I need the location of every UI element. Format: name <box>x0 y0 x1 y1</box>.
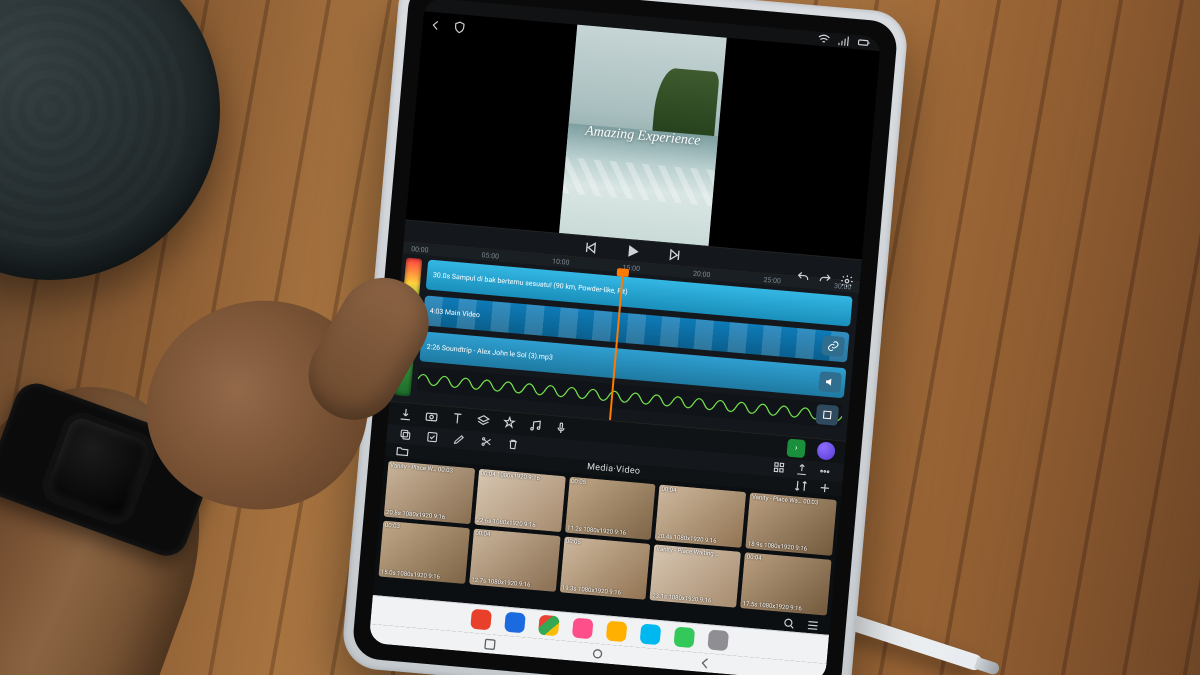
nav-home-icon[interactable] <box>588 644 608 664</box>
media-clip[interactable]: 00:05 19.3s 1080x1920 9:16 <box>559 536 650 599</box>
app-flipboard[interactable] <box>470 609 492 631</box>
app-phone[interactable] <box>673 627 695 649</box>
redo-icon[interactable] <box>817 272 832 287</box>
media-clip[interactable]: 00:04 20.4s 1080x1920 9:16 <box>655 484 746 547</box>
play-icon[interactable] <box>624 242 641 259</box>
add-icon[interactable] <box>817 480 832 495</box>
skip-back-icon[interactable] <box>582 239 599 256</box>
media-clip[interactable]: Vanity - Place Waiting … 23.1s 1080x1920… <box>650 544 741 607</box>
preview-frame: Amazing Experience <box>559 25 727 247</box>
record-button[interactable]: › <box>786 439 806 459</box>
app-gallery[interactable] <box>572 618 594 640</box>
camera-icon[interactable] <box>424 409 439 424</box>
app-samsung[interactable] <box>504 612 526 634</box>
grid-icon[interactable] <box>772 461 786 475</box>
wifi-icon <box>816 32 831 47</box>
check-icon[interactable] <box>425 430 439 444</box>
nav-back-icon[interactable] <box>695 653 715 673</box>
ceramic-plate <box>0 0 220 280</box>
photo-scene: Amazing Experience 00:00 05:00 10:00 15:… <box>0 0 1200 675</box>
scissors-icon[interactable] <box>479 435 493 449</box>
effects-icon[interactable] <box>502 416 517 431</box>
pencil-icon[interactable] <box>452 433 466 447</box>
media-clip[interactable]: 00:04 17.5s 1080x1920 9:16 <box>740 552 831 615</box>
search-icon[interactable] <box>781 616 796 631</box>
undo-icon[interactable] <box>796 270 811 285</box>
list-view-icon[interactable] <box>805 618 820 633</box>
audio-icon[interactable] <box>528 418 543 433</box>
media-clip[interactable]: 00:03 15.0s 1080x1920 9:16 <box>378 520 469 583</box>
tablet-screen: Amazing Experience 00:00 05:00 10:00 15:… <box>369 0 882 675</box>
media-clip[interactable]: 00:04 12.7s 1080x1920 9:16 <box>469 528 560 591</box>
text-icon[interactable] <box>450 412 465 427</box>
skip-forward-icon[interactable] <box>666 246 683 263</box>
signal-icon <box>836 33 851 48</box>
voiceover-icon[interactable] <box>553 421 568 436</box>
layers-icon[interactable] <box>476 414 491 429</box>
app-notes[interactable] <box>606 621 628 643</box>
video-preview-pane[interactable]: Amazing Experience <box>406 11 881 260</box>
track-mute-icon[interactable] <box>818 372 842 394</box>
app-settings[interactable] <box>707 630 729 652</box>
ai-assist-button[interactable] <box>816 442 836 462</box>
export-icon[interactable] <box>795 463 809 477</box>
track-link-icon[interactable] <box>821 336 845 358</box>
settings-icon[interactable] <box>839 274 854 289</box>
nav-recents-icon[interactable] <box>480 634 500 654</box>
app-messages[interactable] <box>640 624 662 646</box>
sort-icon[interactable] <box>793 478 808 493</box>
app-chrome[interactable] <box>538 615 560 637</box>
back-icon[interactable] <box>428 18 443 33</box>
shield-icon[interactable] <box>452 20 467 35</box>
more-icon[interactable] <box>818 465 832 479</box>
battery-icon <box>856 35 871 50</box>
media-clip[interactable]: Vanity - Place Wa… 00:03 18.9s 1080x1920… <box>746 492 837 555</box>
track-expand-icon[interactable] <box>815 404 839 426</box>
trash-icon[interactable] <box>506 437 520 451</box>
media-clip[interactable]: 00:05 11.2s 1080x1920 9:16 <box>565 476 656 539</box>
media-clip[interactable]: 00:04 1080x1920 9:16 22.6s 1080x1920 9:1… <box>474 468 565 531</box>
